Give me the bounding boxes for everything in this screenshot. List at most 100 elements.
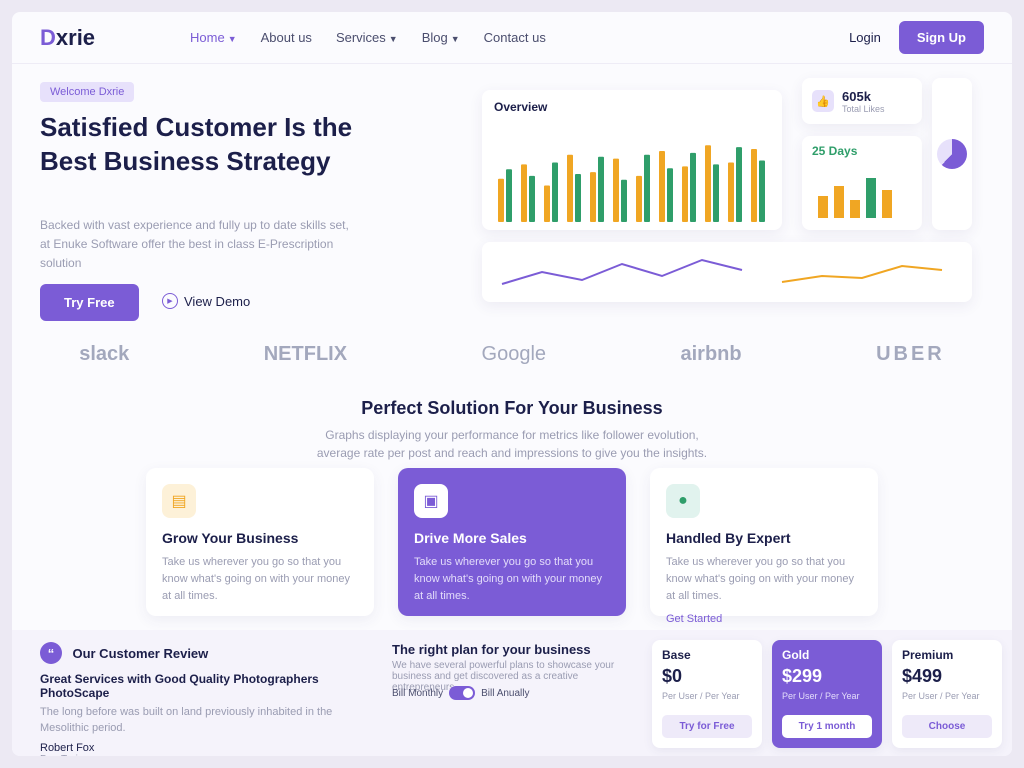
bar-2-4	[575, 174, 581, 222]
bar-2-9	[690, 152, 696, 222]
billing-switch[interactable]	[449, 686, 476, 700]
nav-blog[interactable]: Blog ▼	[422, 30, 460, 45]
netflix-logo: NETFLIX	[263, 342, 348, 365]
plan-price: $299	[782, 666, 823, 686]
top-nav: Dxrie Home ▼ About us Services ▼ Blog ▼ Con…	[12, 12, 1012, 64]
bar-1-11	[728, 162, 734, 222]
partner-logos: slack NETFLIX Google airbnb UBER	[12, 334, 1012, 374]
bar-2-1	[506, 169, 512, 222]
feature-title: Drive More Sales	[414, 530, 527, 546]
bar-1-3	[544, 185, 550, 222]
play-icon: ▶	[162, 293, 178, 309]
bar-2-7	[644, 154, 650, 222]
hero-text: Backed with vast experience and fully up…	[40, 218, 349, 270]
get-started-link[interactable]: Get Started	[666, 613, 862, 625]
bar-2-10	[713, 164, 719, 222]
thumbs-up-icon: 👍	[812, 90, 834, 112]
plan-unit: Per User / Per Year	[902, 691, 980, 701]
nav-home[interactable]: Home ▼	[190, 30, 237, 45]
nav-about[interactable]: About us	[261, 30, 312, 45]
review-title: Great Services with Good Quality Photogr…	[40, 672, 319, 700]
feature-title: Handled By Expert	[666, 530, 791, 546]
overview-card: Overview	[482, 90, 782, 230]
review-author: Robert Fox	[40, 742, 95, 754]
trend-line-chart	[501, 258, 943, 285]
slack-logo: slack	[79, 342, 130, 365]
plan-card-premium: Premium $499 Per User / Per Year Choose	[892, 640, 1002, 748]
dashboard-preview: Overview 👍 605k Total Likes 25 Days	[482, 78, 972, 306]
landing-page: Dxrie Home ▼ About us Services ▼ Blog ▼ Con…	[12, 12, 1012, 756]
hero-title: Satisfied Customer Is the Best Business …	[40, 112, 353, 176]
quote-icon: “	[40, 642, 62, 664]
likes-card: 👍 605k Total Likes	[802, 78, 922, 124]
pricing-heading: The right plan for your business	[392, 642, 591, 657]
logo-text: xrie	[55, 24, 96, 50]
overview-title: Overview	[494, 100, 548, 114]
plan-price: $499	[902, 666, 943, 686]
plan-name: Gold	[782, 648, 810, 662]
plan-button-premium[interactable]: Choose	[902, 715, 992, 738]
bar-2-6	[621, 179, 627, 222]
nav-contact[interactable]: Contact us	[484, 30, 546, 45]
login-link[interactable]: Login	[849, 30, 881, 45]
bar-1-2	[521, 164, 527, 222]
days-value: 25 Days	[812, 144, 858, 158]
nav-services[interactable]: Services ▼	[336, 30, 398, 45]
bill-monthly-label: Bill Monthly	[392, 687, 444, 699]
days-card: 25 Days	[802, 136, 922, 230]
trend-card	[482, 242, 972, 302]
bar-2-2	[529, 175, 535, 222]
bar-2-11	[736, 147, 742, 222]
bar-1-6	[613, 158, 619, 222]
plan-unit: Per User / Per Year	[782, 691, 860, 701]
bar-1-7	[636, 175, 642, 222]
feature-card-grow[interactable]: ▤ Grow Your Business Take us wherever yo…	[146, 468, 374, 616]
chevron-down-icon: ▼	[450, 34, 460, 44]
chevron-down-icon: ▼	[388, 34, 398, 44]
plan-card-base: Base $0 Per User / Per Year Try for Free	[652, 640, 762, 748]
feature-title: Grow Your Business	[162, 530, 299, 546]
feature-card-sales[interactable]: ▣ Drive More Sales Take us wherever you …	[398, 468, 626, 616]
bar-1-12	[751, 149, 757, 222]
bill-annually-label: Bill Anually	[481, 687, 530, 699]
plan-button-base[interactable]: Try for Free	[662, 715, 752, 738]
wallet-icon: ▣	[414, 484, 448, 518]
logo[interactable]: Dxrie	[40, 25, 190, 51]
bar-2-12	[759, 160, 765, 222]
plan-button-gold[interactable]: Try 1 month	[782, 715, 872, 738]
mini-bar-chart	[818, 178, 892, 218]
welcome-badge: Welcome Dxrie	[40, 82, 135, 102]
nav-actions: Login Sign Up	[849, 21, 984, 54]
main-menu: Home ▼ About us Services ▼ Blog ▼ Contact u…	[190, 30, 546, 45]
plan-price: $0	[662, 666, 683, 686]
likes-label: Total Likes	[842, 103, 885, 114]
pie-card	[932, 78, 972, 230]
feature-card-expert[interactable]: ● Handled By Expert Take us wherever you…	[650, 468, 878, 625]
google-logo: Google	[481, 342, 547, 365]
billing-toggle[interactable]: Bill Monthly Bill Anually	[392, 686, 530, 700]
bar-1-4	[567, 154, 573, 222]
review-heading: Our Customer Review	[72, 645, 209, 661]
feature-text: Take us wherever you go so that you know…	[414, 556, 602, 602]
features-title: Perfect Solution For Your Business	[361, 398, 663, 418]
airbnb-logo: airbnb	[680, 342, 742, 365]
likes-value: 605k	[842, 88, 871, 104]
bar-2-3	[552, 162, 558, 222]
lower-section: “ Our Customer Review Great Services wit…	[12, 630, 1012, 756]
try-free-button[interactable]: Try Free	[40, 284, 139, 321]
bar-chart	[498, 145, 765, 222]
review-text: The long before was built on land previo…	[40, 706, 333, 734]
user-icon: ●	[666, 484, 700, 518]
plan-name: Premium	[902, 648, 954, 662]
signup-button[interactable]: Sign Up	[898, 21, 984, 54]
bar-1-1	[498, 178, 504, 222]
bar-1-8	[659, 150, 665, 222]
plan-name: Base	[662, 648, 691, 662]
plan-card-gold: Gold $299 Per User / Per Year Try 1 mont…	[772, 640, 882, 748]
feature-text: Take us wherever you go so that you know…	[666, 556, 854, 602]
view-demo-link[interactable]: ▶ View Demo	[162, 293, 250, 309]
plan-unit: Per User / Per Year	[662, 691, 740, 701]
bar-2-8	[667, 168, 673, 222]
features-subtitle: Graphs displaying your performance for m…	[316, 428, 708, 460]
review-role: Dog Trainer	[40, 754, 370, 756]
